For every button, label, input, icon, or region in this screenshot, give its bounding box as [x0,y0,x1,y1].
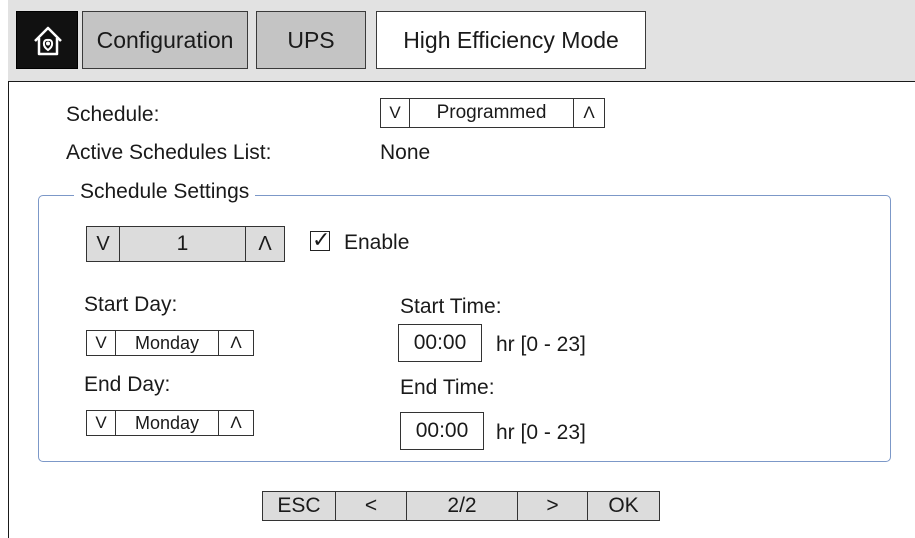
next-page-button[interactable]: > [517,492,587,520]
tab-high-efficiency-mode[interactable]: High Efficiency Mode [376,11,646,69]
end-day-down-button[interactable]: V [87,411,115,435]
start-time-unit: hr [0 - 23] [496,333,586,356]
schedule-spinner: V Programmed Λ [380,98,605,128]
footer-nav: ESC < 2/2 > OK [262,491,660,521]
start-day-value: Monday [115,331,219,355]
end-time-label: End Time: [400,376,495,399]
end-day-label: End Day: [84,373,171,396]
tab-ups[interactable]: UPS [256,11,366,69]
schedule-index-value: 1 [119,227,246,261]
schedule-down-button[interactable]: V [381,99,409,127]
tab-configuration[interactable]: Configuration [82,11,248,69]
page-indicator: 2/2 [406,492,517,520]
home-button[interactable] [16,11,78,69]
prev-page-button[interactable]: < [335,492,406,520]
enable-checkbox[interactable]: ✓ [310,227,330,252]
active-schedules-value: None [380,141,431,164]
schedule-settings-legend: Schedule Settings [74,180,256,204]
home-icon [34,26,62,56]
start-day-down-button[interactable]: V [87,331,115,355]
esc-button[interactable]: ESC [263,492,335,520]
active-schedules-label: Active Schedules List: [66,141,272,164]
end-day-spinner: V Monday Λ [86,410,254,436]
enable-label: Enable [344,231,410,254]
end-time-unit: hr [0 - 23] [496,421,586,444]
start-day-label: Start Day: [84,293,178,316]
start-time-input[interactable]: 00:00 [398,324,482,362]
schedule-index-up-button[interactable]: Λ [246,227,284,261]
start-day-up-button[interactable]: Λ [219,331,253,355]
schedule-value: Programmed [409,99,574,127]
schedule-index-spinner: V 1 Λ [86,226,285,262]
tab-high-efficiency-mode-label: High Efficiency Mode [403,26,619,53]
schedule-index-down-button[interactable]: V [87,227,119,261]
tab-ups-label: UPS [287,26,335,53]
end-time-input[interactable]: 00:00 [400,412,484,450]
end-day-up-button[interactable]: Λ [219,411,253,435]
check-mark-icon: ✓ [312,227,331,252]
ok-button[interactable]: OK [587,492,659,520]
schedule-up-button[interactable]: Λ [574,99,604,127]
tab-configuration-label: Configuration [96,26,234,53]
start-day-spinner: V Monday Λ [86,330,254,356]
end-day-value: Monday [115,411,219,435]
schedule-label: Schedule: [66,103,160,126]
start-time-label: Start Time: [400,295,502,318]
